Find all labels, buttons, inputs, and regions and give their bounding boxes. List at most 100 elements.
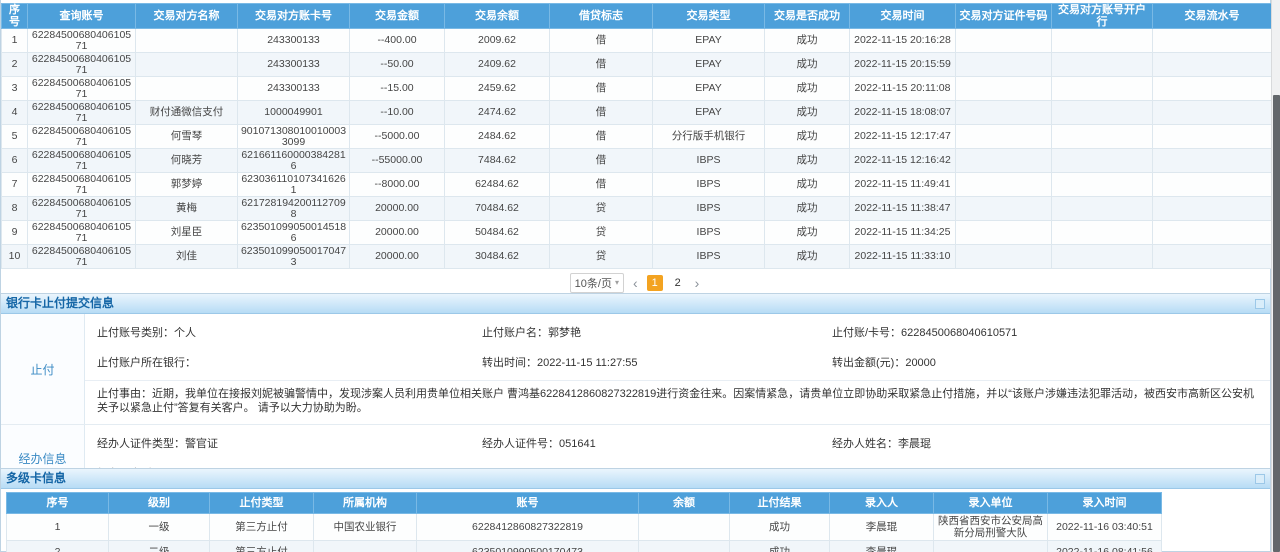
multi-card-table-header-cell: 余额 (639, 493, 730, 514)
next-page-button[interactable]: › (693, 275, 702, 291)
field-止付账号类别: 止付账号类别：个人 (97, 317, 482, 347)
transaction-table-cell: 243300133 (238, 53, 350, 77)
multi-card-table-cell: 二级 (109, 541, 210, 552)
transaction-table-cell: --15.00 (350, 77, 445, 101)
prev-page-button[interactable]: ‹ (631, 275, 640, 291)
transaction-table-cell (956, 29, 1052, 53)
multi-card-table-cell: 陕西省西安市公安局高新分局刑警大队 (934, 514, 1048, 541)
transaction-table-cell: 贷 (550, 245, 653, 269)
transaction-table-header-cell: 交易流水号 (1153, 4, 1272, 29)
transaction-table-cell: IBPS (653, 197, 765, 221)
transaction-table-cell (1052, 149, 1153, 173)
transaction-table-cell: --400.00 (350, 29, 445, 53)
transaction-table-cell: 2459.62 (445, 77, 550, 101)
transaction-table-cell: EPAY (653, 101, 765, 125)
transaction-table-cell: EPAY (653, 53, 765, 77)
transaction-table-cell: 7484.62 (445, 149, 550, 173)
transaction-table-cell: 2484.62 (445, 125, 550, 149)
transaction-table-cell: IBPS (653, 245, 765, 269)
stop-payment-panel: 银行卡止付提交信息 止付止付账号类别：个人止付账户名：郭梦艳止付账/卡号：622… (0, 293, 1271, 492)
transaction-table-cell (1052, 197, 1153, 221)
transaction-table-header-cell: 交易类型 (653, 4, 765, 29)
transaction-table-cell: 借 (550, 77, 653, 101)
multi-card-table-header-cell: 录入单位 (934, 493, 1048, 514)
section-label: 止付 (1, 314, 85, 424)
multi-card-table-header-cell: 级别 (109, 493, 210, 514)
transaction-table-cell: 分行版手机银行 (653, 125, 765, 149)
transaction-table-cell (956, 245, 1052, 269)
stop-reason-text: 止付事由：近期，我单位在接报刘妮被骗警情中，发现涉案人员利用贵单位相关账户 曹鸿… (85, 381, 1270, 424)
transaction-table-cell: 5 (2, 125, 28, 149)
field-止付账/卡号: 止付账/卡号：6228450068040610571 (832, 317, 1270, 347)
transaction-table-row: 66228450068040610571何晓芳62166116000038428… (2, 149, 1272, 173)
multi-card-panel-title: 多级卡信息 (1, 469, 1270, 489)
transaction-table-cell (956, 53, 1052, 77)
multi-card-table-cell: 第三方止付 (210, 541, 314, 552)
scrollbar-thumb[interactable] (1273, 95, 1280, 552)
page-size-select[interactable]: 10条/页 ▾ (570, 273, 624, 293)
transaction-table-cell (1052, 173, 1153, 197)
page-button-1[interactable]: 1 (647, 275, 663, 291)
transaction-table-cell: 6230361101073416261 (238, 173, 350, 197)
transaction-table-cell: 借 (550, 101, 653, 125)
transaction-table-cell: 刘佳 (136, 245, 238, 269)
transaction-table-cell (1153, 101, 1272, 125)
transaction-table-cell (956, 125, 1052, 149)
transaction-table-cell (1052, 245, 1153, 269)
transaction-table-cell (1153, 149, 1272, 173)
multi-card-table-cell: 李晨琨 (830, 514, 934, 541)
multi-card-table-row: 2二级第三方止付6235010990500170473成功李晨琨2022-11-… (7, 541, 1162, 552)
transaction-table-cell: --50.00 (350, 53, 445, 77)
multi-card-table: 序号级别止付类型所属机构账号余额止付结果录入人录入单位录入时间 1一级第三方止付… (6, 492, 1162, 552)
transaction-table-cell: 2 (2, 53, 28, 77)
transaction-table-header-cell: 交易时间 (850, 4, 956, 29)
transaction-table-cell: 郭梦婷 (136, 173, 238, 197)
transaction-table-row: 16228450068040610571243300133--400.00200… (2, 29, 1272, 53)
transaction-table: 序号查询账号交易对方名称交易对方账卡号交易金额交易余额借贷标志交易类型交易是否成… (1, 3, 1272, 269)
transaction-table-cell: 成功 (765, 173, 850, 197)
transaction-table-cell: 9 (2, 221, 28, 245)
transaction-table-header-cell: 借贷标志 (550, 4, 653, 29)
multi-card-table-cell: 成功 (730, 541, 830, 552)
transaction-table-cell: 6235010990500145186 (238, 221, 350, 245)
page-button-2[interactable]: 2 (670, 275, 686, 291)
transaction-table-cell (1052, 29, 1153, 53)
multi-card-table-cell: 第三方止付 (210, 514, 314, 541)
transaction-table-cell: 成功 (765, 125, 850, 149)
multi-card-table-header-cell: 账号 (417, 493, 639, 514)
transaction-table-cell: 10 (2, 245, 28, 269)
transaction-table-cell: 黄梅 (136, 197, 238, 221)
transaction-table-cell: 贷 (550, 197, 653, 221)
transaction-table-cell: 50484.62 (445, 221, 550, 245)
transaction-table-row: 26228450068040610571243300133--50.002409… (2, 53, 1272, 77)
transaction-table-cell: 6228450068040610571 (28, 245, 136, 269)
transaction-table-header-cell: 查询账号 (28, 4, 136, 29)
multi-card-table-cell: 中国农业银行 (314, 514, 417, 541)
transaction-table-cell: 243300133 (238, 77, 350, 101)
transaction-table-row: 56228450068040610571何雪琴90107130801001000… (2, 125, 1272, 149)
transaction-table-cell: 2022-11-15 11:49:41 (850, 173, 956, 197)
panel-collapse-icon[interactable] (1255, 474, 1265, 484)
stop-payment-body: 止付止付账号类别：个人止付账户名：郭梦艳止付账/卡号：6228450068040… (1, 314, 1270, 491)
stop-payment-panel-title: 银行卡止付提交信息 (1, 294, 1270, 314)
transaction-table-cell: 6228450068040610571 (28, 197, 136, 221)
transaction-table-header-cell: 序号 (2, 4, 28, 29)
panel-collapse-icon[interactable] (1255, 299, 1265, 309)
transaction-table-row: 76228450068040610571郭梦婷62303611010734162… (2, 173, 1272, 197)
transaction-table-cell: 1 (2, 29, 28, 53)
transaction-table-header-cell: 交易余额 (445, 4, 550, 29)
transaction-table-cell (1153, 197, 1272, 221)
transaction-table-cell: EPAY (653, 77, 765, 101)
transaction-table-cell: 成功 (765, 221, 850, 245)
transaction-table-cell: 刘星臣 (136, 221, 238, 245)
transaction-table-cell: 6235010990500170473 (238, 245, 350, 269)
multi-card-panel: 多级卡信息 序号级别止付类型所属机构账号余额止付结果录入人录入单位录入时间 1一… (0, 468, 1271, 552)
transaction-table-cell: 成功 (765, 77, 850, 101)
transaction-table-cell: --5000.00 (350, 125, 445, 149)
transaction-table-cell (1052, 125, 1153, 149)
transaction-table-cell: 成功 (765, 197, 850, 221)
multi-card-table-cell: 李晨琨 (830, 541, 934, 552)
vertical-scrollbar[interactable] (1271, 0, 1280, 552)
transaction-table-cell (956, 149, 1052, 173)
transaction-table-cell: 2022-11-15 20:16:28 (850, 29, 956, 53)
